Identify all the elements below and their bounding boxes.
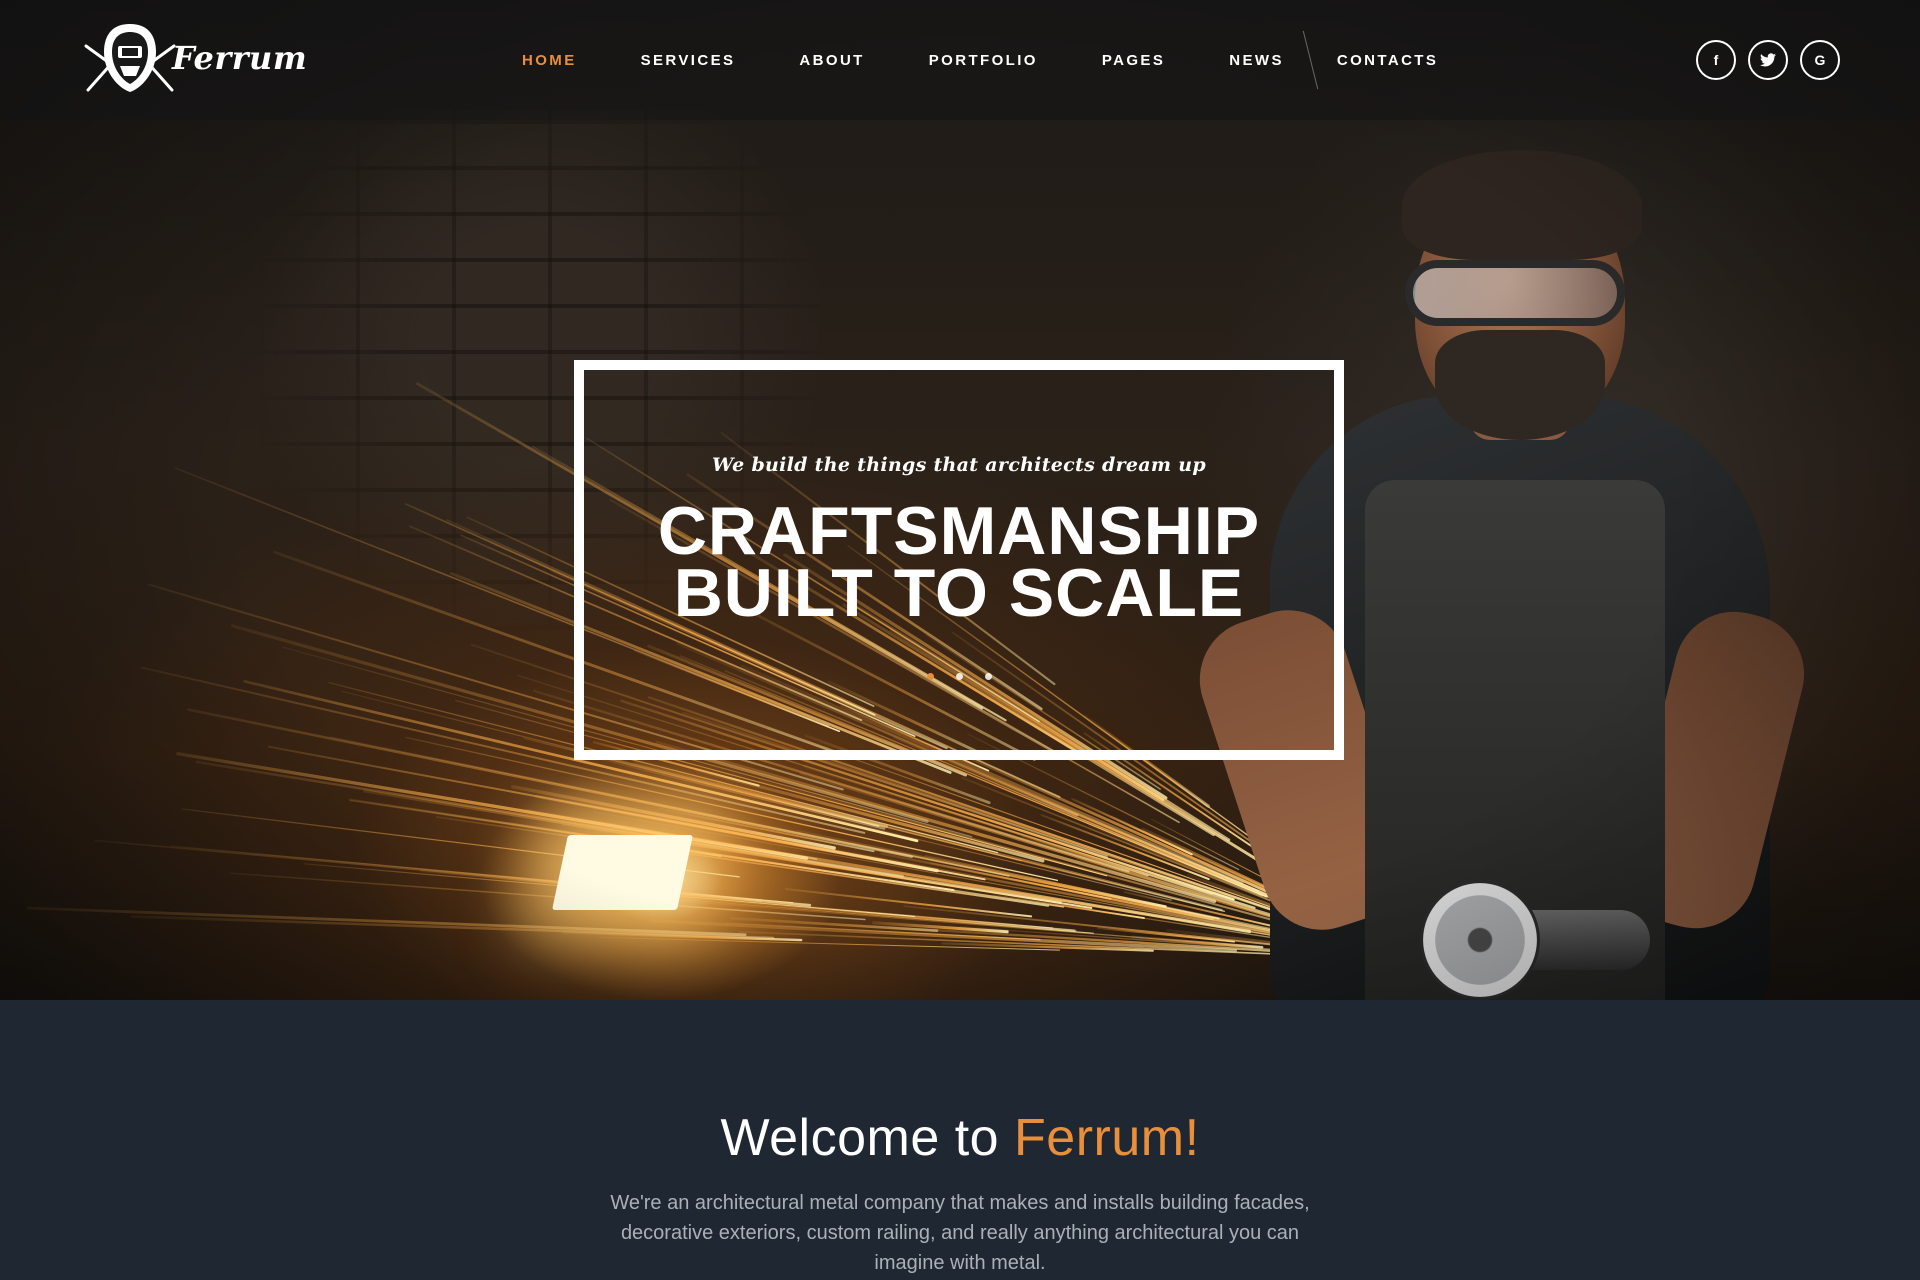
slider-pagination [584, 673, 1334, 680]
page: We build the things that architects drea… [0, 0, 1920, 1280]
hero-slider: We build the things that architects drea… [0, 0, 1920, 1000]
nav-item-services[interactable]: SERVICES [609, 52, 768, 69]
hero-caption-frame: We build the things that architects drea… [574, 360, 1344, 760]
slider-dot-1[interactable] [926, 673, 934, 680]
slider-dot-3[interactable] [984, 673, 992, 680]
welcome-description: We're an architectural metal company tha… [610, 1192, 1310, 1274]
social-links: f G [1696, 40, 1840, 80]
nav-item-contacts[interactable]: CONTACTS [1305, 52, 1470, 69]
hero-headline-line-2: BUILT TO SCALE [673, 555, 1245, 631]
nav-item-portfolio[interactable]: PORTFOLIO [897, 52, 1070, 69]
brand-name: Ferrum [172, 39, 308, 77]
nav-item-home[interactable]: HOME [490, 52, 609, 69]
nav-item-pages[interactable]: PAGES [1070, 52, 1197, 69]
welcome-title-accent: Ferrum! [1014, 1109, 1200, 1167]
logo[interactable]: Ferrum [80, 18, 307, 98]
nav-item-about[interactable]: ABOUT [767, 52, 896, 69]
welding-mask-logo-icon [84, 24, 176, 92]
site-header: Ferrum HOME SERVICES ABOUT PORTFOLIO PAG… [0, 0, 1920, 120]
twitter-icon[interactable] [1748, 40, 1788, 80]
hero-headline-line-1: CRAFTSMANSHIP [657, 493, 1261, 569]
hero-tagline: We build the things that architects drea… [712, 454, 1206, 476]
welcome-title: Welcome to Ferrum! [0, 1108, 1920, 1168]
google-icon[interactable]: G [1800, 40, 1840, 80]
twitter-bird-icon [1760, 53, 1776, 67]
welcome-title-prefix: Welcome to [720, 1109, 1015, 1167]
hero-headline: CRAFTSMANSHIP BUILT TO SCALE [584, 493, 1334, 631]
facebook-icon[interactable]: f [1696, 40, 1736, 80]
slider-dot-2[interactable] [955, 673, 963, 680]
main-navigation: HOME SERVICES ABOUT PORTFOLIO PAGES NEWS… [490, 30, 1470, 90]
nav-item-news[interactable]: NEWS [1197, 52, 1316, 69]
welcome-section: Welcome to Ferrum! We're an architectura… [0, 1000, 1920, 1280]
